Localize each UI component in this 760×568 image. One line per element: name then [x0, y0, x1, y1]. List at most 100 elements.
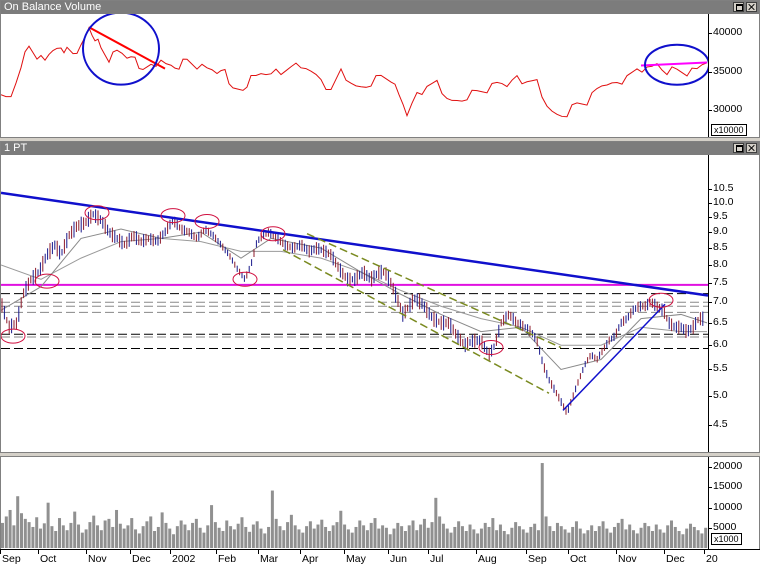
obv-tick-mark [708, 33, 712, 35]
volume-bar [156, 526, 160, 548]
volume-bar [696, 530, 700, 548]
price-tick-label: 5.5 [713, 362, 728, 375]
date-label: Mar [260, 553, 279, 565]
volume-bar [305, 526, 309, 548]
price-tick-label: 9.5 [713, 210, 728, 223]
obv-trendline [640, 61, 708, 67]
close-icon[interactable] [746, 143, 757, 153]
volume-bar [84, 529, 88, 548]
volume-bar [1, 522, 5, 548]
date-label: Oct [570, 553, 587, 565]
volume-bar [422, 518, 426, 548]
volume-bar [536, 530, 540, 548]
volume-bar [244, 526, 248, 548]
volume-bar [491, 518, 495, 548]
price-trendline [282, 249, 550, 394]
volume-bar [669, 520, 673, 548]
volume-bar [673, 526, 677, 548]
volume-bar [411, 520, 415, 548]
volume-tick-mark [708, 507, 712, 509]
volume-bar [400, 526, 404, 548]
volume-bar [50, 526, 54, 548]
volume-bar [403, 531, 407, 548]
date-tick-mark [428, 550, 429, 554]
volume-bar [369, 522, 373, 548]
obv-titlebar[interactable]: On Balance Volume [1, 1, 759, 14]
volume-bar [179, 520, 183, 548]
date-label: Oct [40, 553, 57, 565]
volume-bar [248, 531, 252, 548]
date-label: May [346, 553, 366, 565]
price-tick-label: 5.0 [713, 389, 728, 402]
volume-bar [278, 526, 282, 548]
volume-bar [73, 511, 77, 548]
date-tick-mark [130, 550, 131, 554]
volume-bar [704, 527, 708, 548]
volume-bar [487, 526, 491, 548]
volume-bar [548, 526, 552, 548]
volume-bar [92, 515, 96, 548]
date-label: Apr [302, 553, 319, 565]
volume-bar [346, 529, 350, 548]
volume-bar [339, 510, 343, 548]
volume-bar [479, 528, 483, 548]
volume-bar [430, 522, 434, 548]
volume-bar [609, 532, 613, 548]
date-label: Jul [430, 553, 444, 565]
volume-bar [16, 496, 20, 548]
maximize-icon[interactable] [733, 2, 744, 12]
date-tick-mark [344, 550, 345, 554]
volume-bar [555, 522, 559, 548]
volume-bar [472, 529, 476, 548]
volume-bar [293, 525, 297, 548]
date-label: Nov [88, 553, 107, 565]
volume-bar [168, 528, 172, 548]
obv-tick-label: 40000 [713, 26, 743, 39]
volume-bar [517, 526, 521, 548]
date-tick-mark [526, 550, 527, 554]
price-titlebar[interactable]: 1 PT [1, 142, 759, 155]
volume-bar [358, 520, 362, 548]
volume-tick-label: 15000 [713, 480, 743, 493]
volume-bar [650, 531, 654, 548]
volume-bar [103, 520, 107, 548]
volume-bar [685, 528, 689, 548]
volume-bar [388, 534, 392, 548]
maximize-icon[interactable] [733, 143, 744, 153]
price-tick-label: 6.5 [713, 315, 728, 328]
volume-bar [639, 527, 643, 548]
volume-bar [145, 521, 149, 548]
date-label: Feb [218, 553, 237, 565]
obv-trendline [88, 26, 166, 70]
volume-bar [571, 526, 575, 548]
volume-bar [540, 463, 544, 548]
price-tick-label: 7.0 [713, 295, 728, 308]
date-tick-mark [86, 550, 87, 554]
volume-chart [1, 463, 708, 548]
volume-bar [289, 514, 293, 548]
volume-bar [187, 530, 191, 548]
price-pivot-circle [1, 328, 26, 344]
price-tick-mark [708, 322, 712, 324]
volume-tick-label: 10000 [713, 500, 743, 513]
date-tick-mark [300, 550, 301, 554]
price-panel: 1 PT 4.5 5.0 5.5 6.0 6.5 7.0 7.5 8.0 8.5 9.0 9.5 10… [0, 141, 760, 453]
volume-bar [514, 522, 518, 548]
volume-bar [65, 530, 69, 548]
volume-bar [529, 526, 533, 548]
obv-line [1, 26, 708, 118]
volume-bar [384, 527, 388, 548]
volume-bar [274, 518, 278, 548]
close-icon[interactable] [746, 2, 757, 12]
volume-tick-mark [708, 487, 712, 489]
volume-bar [126, 525, 130, 548]
obv-panel: On Balance Volume 30000 35000 40000 x10000 [0, 0, 760, 138]
price-tick-mark [708, 264, 712, 266]
volume-bar [259, 528, 263, 548]
date-axis: Sep Oct Nov Dec 2002 Feb Mar Apr May Jun Jul Aug Sep… [0, 549, 760, 568]
price-pivot-circle [478, 340, 504, 356]
price-tick-label: 4.5 [713, 418, 728, 431]
volume-bar [692, 526, 696, 548]
date-tick-mark [216, 550, 217, 554]
volume-bar [441, 523, 445, 548]
